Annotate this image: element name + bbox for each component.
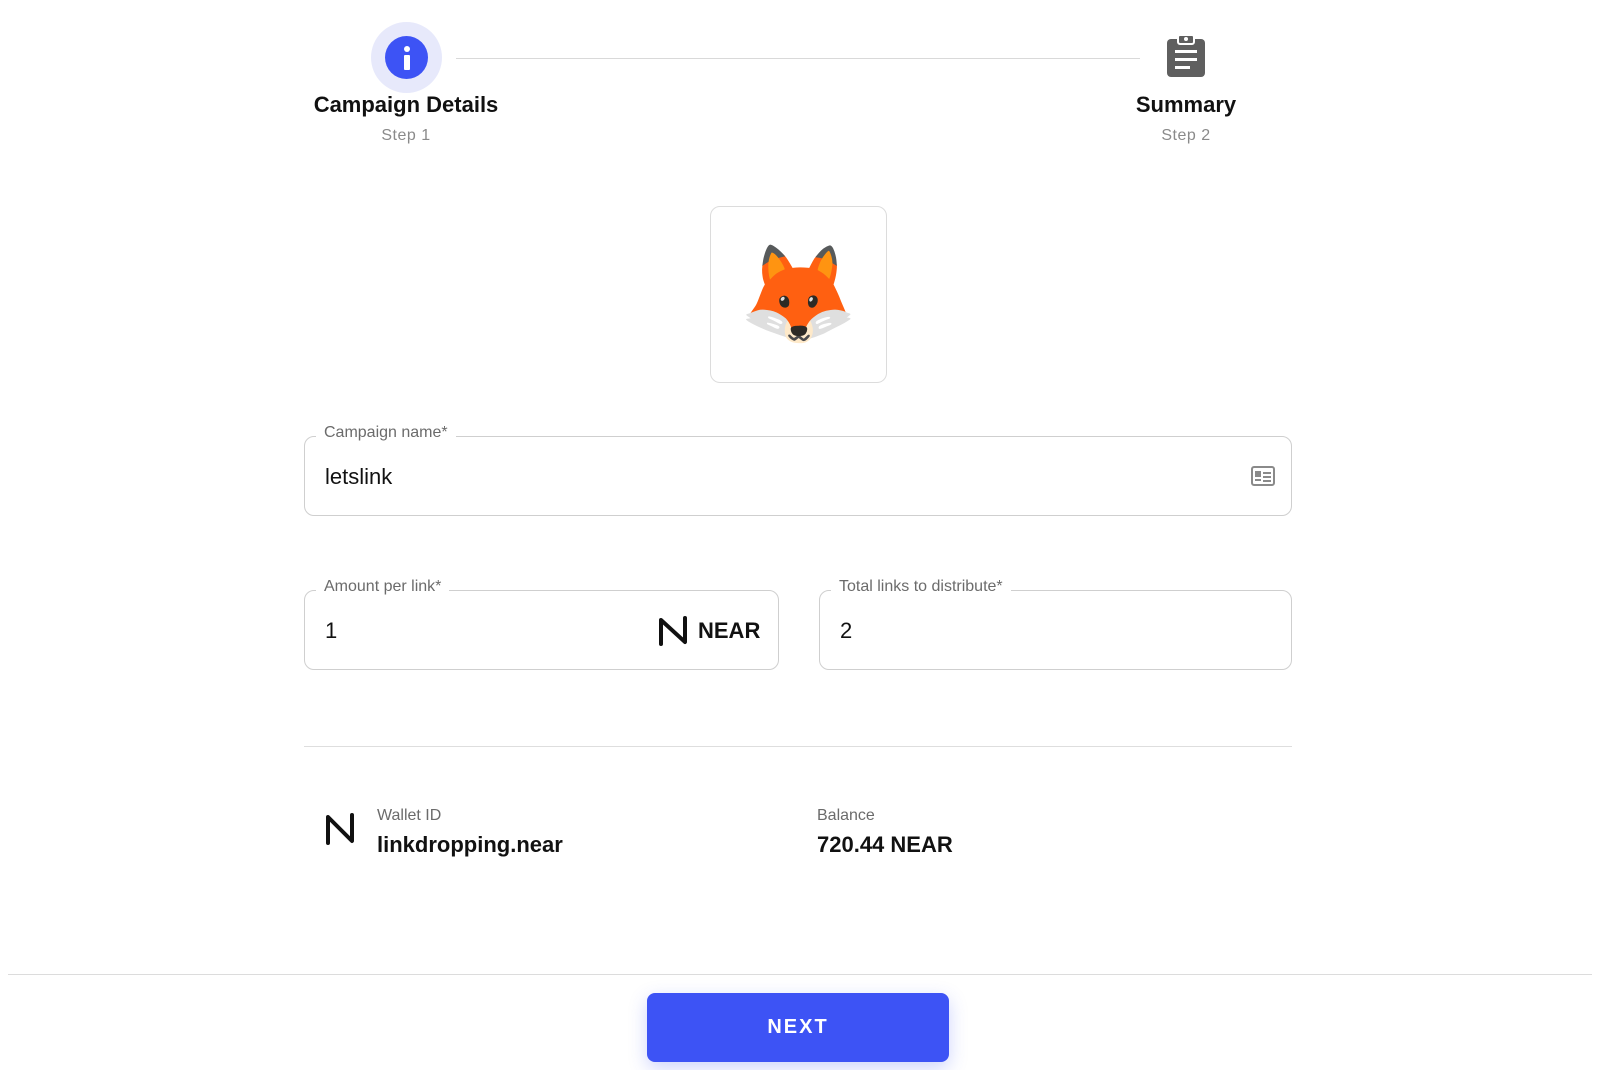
near-wallet-icon xyxy=(324,812,356,846)
step-2-title[interactable]: Summary xyxy=(1086,92,1286,118)
wallet-id-value: linkdropping.near xyxy=(377,832,563,857)
step-2-subtitle: Step 2 xyxy=(1161,127,1211,144)
step-1-title[interactable]: Campaign Details xyxy=(286,92,526,118)
campaign-image-upload[interactable]: 🦊 xyxy=(710,206,887,383)
total-links-input[interactable]: 2 xyxy=(840,618,852,644)
amount-per-link-input[interactable]: 1 xyxy=(325,618,337,644)
campaign-name-field[interactable] xyxy=(304,436,1292,516)
next-button[interactable]: NEXT xyxy=(647,993,949,1062)
footer-divider xyxy=(8,974,1592,975)
wallet-id-label: Wallet ID xyxy=(377,807,442,824)
total-links-field[interactable] xyxy=(819,590,1292,670)
balance-label: Balance xyxy=(817,807,875,824)
near-unit-label: NEAR xyxy=(698,618,761,643)
amount-per-link-label: Amount per link* xyxy=(316,578,450,596)
campaign-name-input[interactable]: letslink xyxy=(325,464,392,490)
info-icon[interactable] xyxy=(385,36,428,79)
near-logo-icon xyxy=(657,615,689,647)
stepper-connector xyxy=(456,58,1140,59)
step-1-subtitle: Step 1 xyxy=(381,127,431,144)
total-links-label: Total links to distribute* xyxy=(831,578,1011,596)
section-divider xyxy=(304,746,1292,747)
contact-card-icon xyxy=(1251,466,1275,486)
clipboard-icon[interactable] xyxy=(1165,34,1207,78)
campaign-name-label: Campaign name* xyxy=(316,424,456,442)
balance-value: 720.44 NEAR xyxy=(817,832,953,857)
fox-emoji: 🦊 xyxy=(738,240,859,348)
